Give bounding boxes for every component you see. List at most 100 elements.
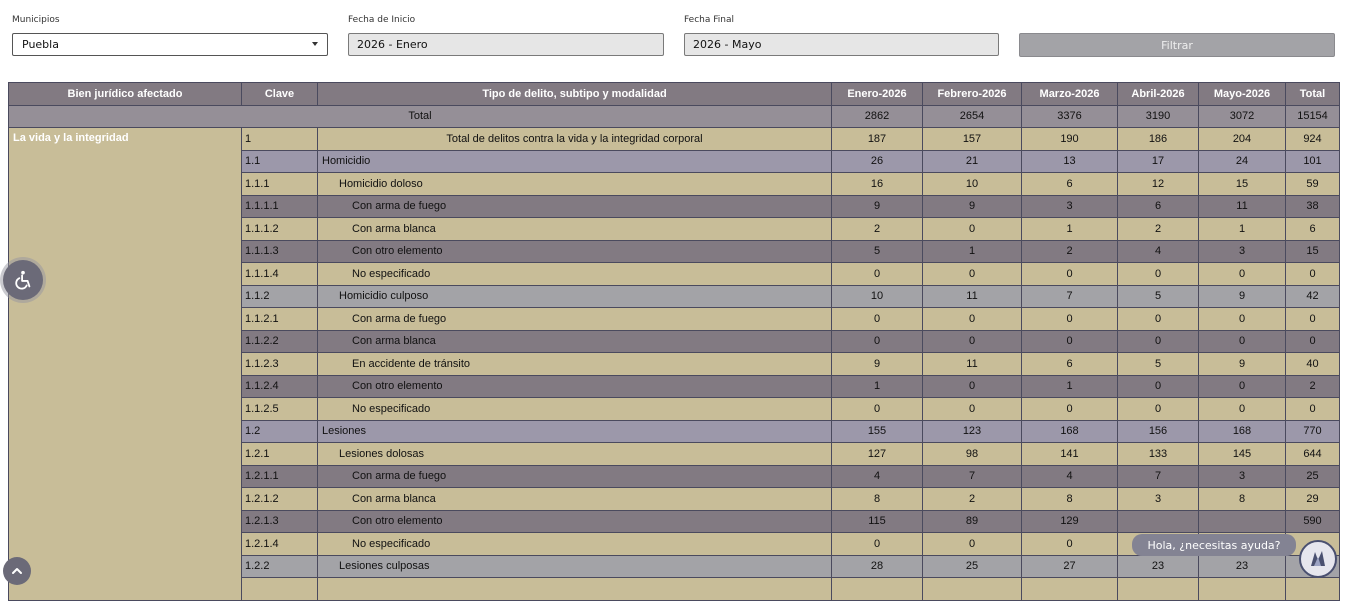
value-cell: 924 [1285,127,1340,151]
header-cell: Abril-2026 [1117,82,1199,106]
value-cell [1198,577,1286,601]
value-cell: 168 [1198,419,1286,443]
value-cell: 4 [1021,464,1118,488]
total-value: 3072 [1198,104,1286,128]
clave-cell: 1.2.1.4 [241,532,318,556]
clave-cell: 1.2.1.2 [241,487,318,511]
total-value: 3190 [1117,104,1199,128]
header-cell: Bien jurídico afectado [8,82,242,106]
value-cell: 5 [1117,352,1199,376]
value-cell: 127 [831,442,923,466]
value-cell: 0 [1198,307,1286,331]
value-cell: 1 [1021,374,1118,398]
scroll-top-button[interactable] [3,557,31,585]
value-cell: 4 [831,464,923,488]
value-cell: 1 [831,374,923,398]
value-cell: 0 [1285,329,1340,353]
tipo-cell: Con arma de fuego [317,194,832,218]
value-cell: 0 [1198,397,1286,421]
value-cell: 25 [1285,464,1340,488]
value-cell: 0 [1021,329,1118,353]
value-cell: 15 [1285,239,1340,263]
value-cell: 3 [1198,464,1286,488]
value-cell: 27 [1021,554,1118,578]
value-cell: 168 [1021,419,1118,443]
municipio-select[interactable]: Puebla [12,33,328,56]
value-cell: 3 [1021,194,1118,218]
tipo-cell: Con otro elemento [317,374,832,398]
value-cell: 0 [922,532,1022,556]
total-value: 15154 [1285,104,1340,128]
value-cell: 9 [1198,352,1286,376]
chevron-up-icon [12,568,22,574]
value-cell [922,577,1022,601]
value-cell: 23 [1198,554,1286,578]
value-cell: 2 [1285,374,1340,398]
tipo-cell: Lesiones [317,419,832,443]
tipo-cell: Con arma de fuego [317,307,832,331]
value-cell: 590 [1285,509,1340,533]
chatbot-button[interactable] [1299,540,1337,578]
tipo-cell: Total de delitos contra la vida y la int… [317,127,832,151]
value-cell: 9 [831,194,923,218]
value-cell: 0 [831,329,923,353]
total-value: 2654 [922,104,1022,128]
value-cell: 38 [1285,194,1340,218]
value-cell: 0 [922,329,1022,353]
tipo-cell: No especificado [317,397,832,421]
value-cell: 10 [922,172,1022,196]
value-cell [1117,509,1199,533]
value-cell: 0 [831,262,923,286]
value-cell: 129 [1021,509,1118,533]
value-cell: 10 [831,284,923,308]
value-cell: 0 [1117,397,1199,421]
value-cell: 1 [922,239,1022,263]
clave-cell: 1.1.1 [241,172,318,196]
municipio-label: Municipios [12,15,60,25]
value-cell: 59 [1285,172,1340,196]
value-cell: 156 [1117,419,1199,443]
value-cell: 0 [922,262,1022,286]
value-cell: 0 [1198,374,1286,398]
value-cell [1285,577,1340,601]
value-cell: 7 [1117,464,1199,488]
clave-cell [241,577,318,601]
filter-button[interactable]: Filtrar [1019,33,1335,57]
tipo-cell: Con arma blanca [317,217,832,241]
clave-cell: 1.1.2.2 [241,329,318,353]
value-cell: 9 [922,194,1022,218]
value-cell: 25 [922,554,1022,578]
chevron-down-icon [312,42,318,46]
value-cell: 11 [922,284,1022,308]
value-cell: 2 [1021,239,1118,263]
value-cell: 155 [831,419,923,443]
value-cell: 2 [831,217,923,241]
value-cell: 0 [1021,307,1118,331]
accessibility-button[interactable] [3,260,43,300]
tipo-cell: Con otro elemento [317,509,832,533]
total-value: 3376 [1021,104,1118,128]
value-cell: 0 [831,397,923,421]
value-cell: 145 [1198,442,1286,466]
value-cell: 9 [831,352,923,376]
value-cell: 133 [1117,442,1199,466]
fecha-inicio-field[interactable]: 2026 - Enero [348,33,664,56]
tipo-cell: No especificado [317,262,832,286]
clave-cell: 1.1.1.3 [241,239,318,263]
value-cell: 0 [1285,397,1340,421]
chat-bubble[interactable]: Hola, ¿necesitas ayuda? [1132,534,1296,556]
fecha-final-value: 2026 - Mayo [693,38,762,51]
clave-cell: 1.1.1.2 [241,217,318,241]
header-cell: Total [1285,82,1340,106]
value-cell: 770 [1285,419,1340,443]
tipo-cell: Lesiones culposas [317,554,832,578]
value-cell: 123 [922,419,1022,443]
value-cell: 42 [1285,284,1340,308]
value-cell [1117,577,1199,601]
clave-cell: 1.1 [241,149,318,173]
value-cell: 28 [831,554,923,578]
fecha-final-field[interactable]: 2026 - Mayo [684,33,999,56]
value-cell: 0 [1285,307,1340,331]
value-cell: 101 [1285,149,1340,173]
header-cell: Clave [241,82,318,106]
